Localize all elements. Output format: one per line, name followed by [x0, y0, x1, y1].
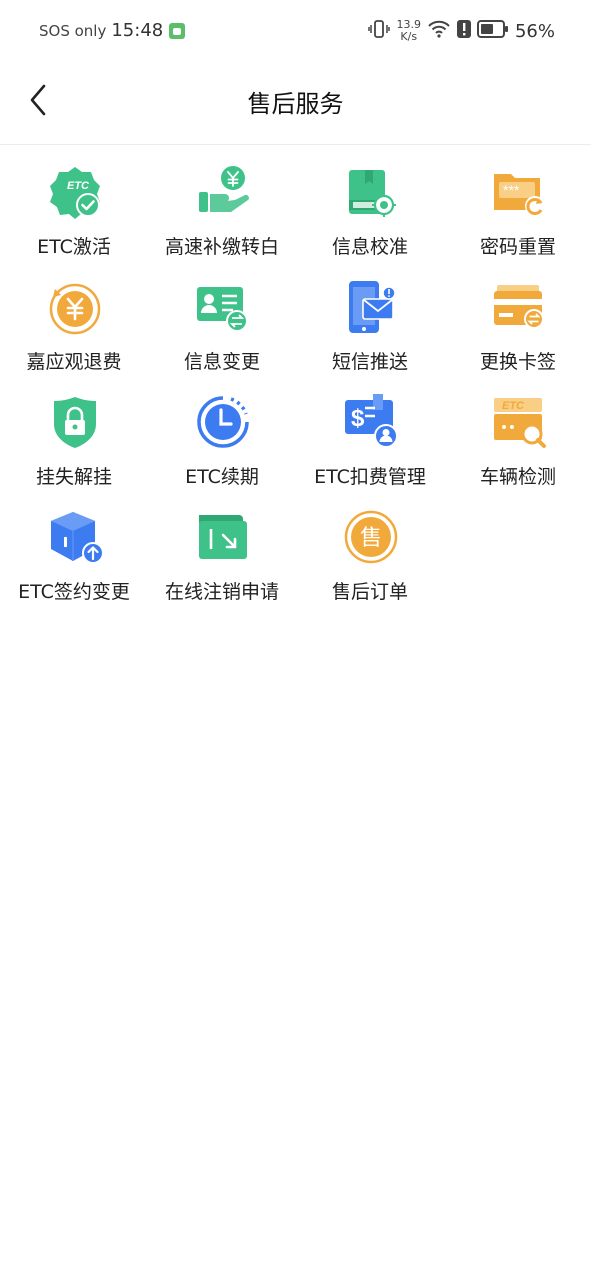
alert-icon [456, 19, 471, 43]
service-password-reset[interactable]: *** 密码重置 [444, 160, 591, 270]
service-etc-contract-change[interactable]: ETC签约变更 [0, 505, 148, 615]
service-label: 售后订单 [331, 581, 408, 603]
etc-card-search-icon: ETC [491, 394, 547, 450]
card-exchange-icon [491, 279, 547, 335]
clock-time: 15:48 [111, 20, 164, 41]
clock-renew-icon [195, 394, 251, 450]
service-sms-push[interactable]: 短信推送 [296, 275, 444, 385]
service-etc-renew[interactable]: ETC续期 [148, 390, 296, 500]
wifi-icon [427, 19, 451, 43]
service-label: 高速补缴转白 [164, 236, 279, 258]
book-target-icon [343, 164, 399, 220]
service-label: 短信推送 [331, 351, 408, 373]
battery-icon [476, 20, 509, 42]
svg-text:***: *** [503, 182, 520, 198]
dollar-user-icon: $ [343, 394, 399, 450]
service-label: 挂失解挂 [35, 466, 112, 488]
svg-text:ETC: ETC [502, 400, 525, 412]
id-card-exchange-icon [195, 279, 251, 335]
nav-bar: 售后服务 [0, 66, 591, 145]
service-report-loss[interactable]: 挂失解挂 [0, 390, 148, 500]
service-jiayingguan-refund[interactable]: 嘉应观退费 [0, 275, 148, 385]
service-info-calibrate[interactable]: 信息校准 [296, 160, 444, 270]
etc-badge-check-icon: ETC [47, 164, 103, 220]
service-etc-deduction[interactable]: $ ETC扣费管理 [296, 390, 444, 500]
app-notification-icon [168, 22, 186, 40]
service-label: 信息变更 [183, 351, 260, 373]
vibrate-icon [368, 18, 391, 44]
svg-text:ETC: ETC [67, 180, 90, 192]
carrier-text: SOS only [39, 21, 107, 40]
folder-password-refresh-icon: *** [491, 164, 547, 220]
shield-lock-icon [47, 394, 103, 450]
service-label: 信息校准 [331, 236, 408, 258]
service-online-cancel[interactable]: 在线注销申请 [148, 505, 296, 615]
net-speed-unit: K/s [400, 30, 418, 43]
page-title: 售后服务 [247, 90, 344, 118]
service-highway-payment[interactable]: 高速补缴转白 [148, 160, 296, 270]
service-after-sales-order[interactable]: 售 售后订单 [296, 505, 444, 615]
service-label: 嘉应观退费 [26, 351, 122, 373]
net-speed: 13.9 K/s [396, 19, 421, 43]
service-info-change[interactable]: 信息变更 [148, 275, 296, 385]
service-etc-activate[interactable]: ETC ETC激活 [0, 160, 148, 270]
service-label: 在线注销申请 [164, 581, 279, 603]
svg-text:售: 售 [360, 526, 382, 551]
hand-yen-icon [195, 164, 251, 220]
service-label: ETC续期 [185, 466, 259, 488]
phone-mail-icon [343, 279, 399, 335]
service-label: 车辆检测 [479, 466, 556, 488]
status-bar: SOS only 15:48 13.9 K/s 56% [0, 0, 591, 66]
box-upload-icon [47, 509, 104, 565]
svg-text:$: $ [351, 405, 365, 432]
battery-percent: 56% [514, 20, 555, 42]
service-label: 密码重置 [479, 236, 556, 258]
service-label: 更换卡签 [479, 351, 556, 373]
service-label: ETC扣费管理 [314, 466, 426, 488]
service-label: ETC签约变更 [18, 581, 130, 603]
service-label: ETC激活 [37, 236, 111, 258]
service-vehicle-inspection[interactable]: ETC 车辆检测 [444, 390, 591, 500]
order-coin-icon: 售 [343, 509, 399, 565]
folder-arrow-icon [195, 509, 251, 565]
yen-coin-refund-icon [47, 279, 103, 335]
service-replace-card[interactable]: 更换卡签 [444, 275, 591, 385]
